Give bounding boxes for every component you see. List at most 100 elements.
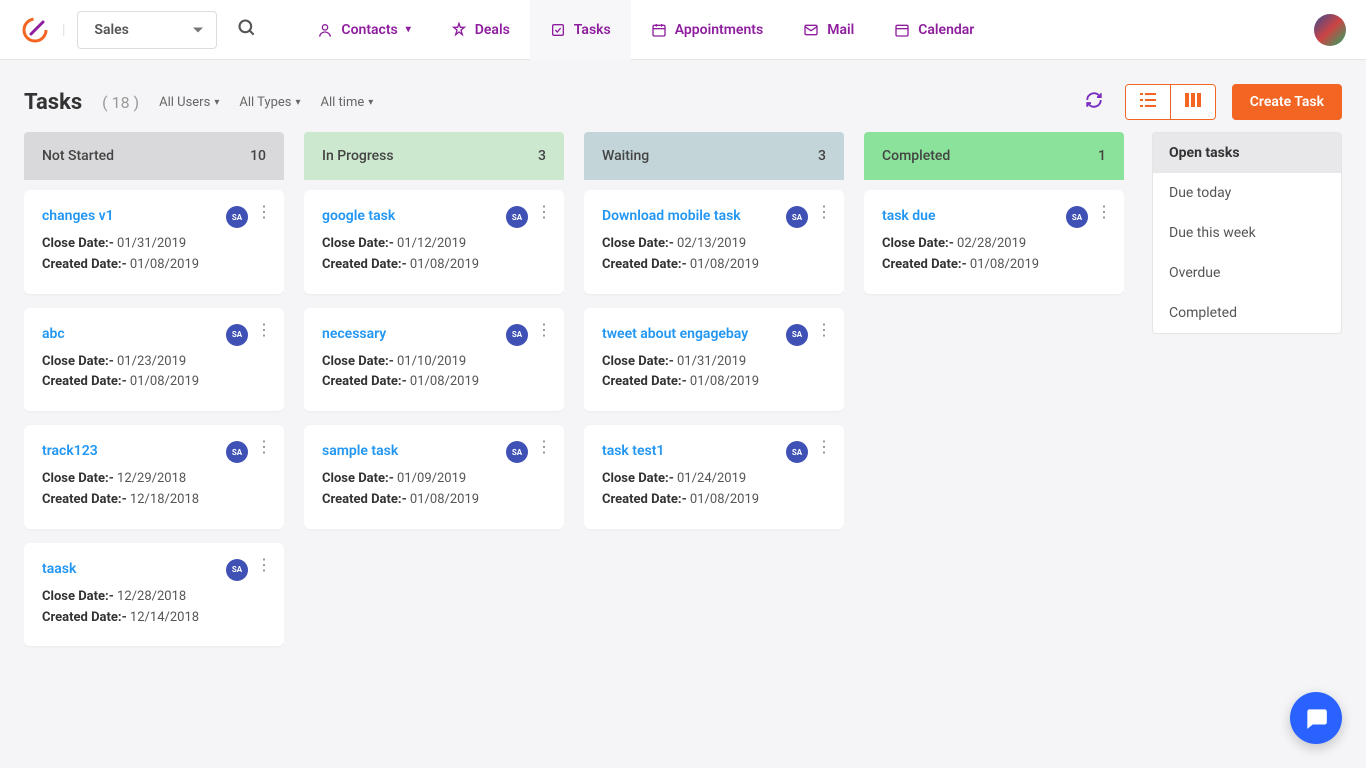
nav-deals[interactable]: Deals [431, 0, 530, 60]
assignee-badge[interactable]: SA [786, 324, 808, 346]
column-completed: Completed1task dueSA⋮Close Date:- 02/28/… [864, 132, 1124, 656]
created-date-row: Created Date:- 01/08/2019 [882, 255, 1106, 276]
created-date-row: Created Date:- 01/08/2019 [42, 255, 266, 276]
column-count: 10 [250, 148, 266, 164]
column-title: In Progress [322, 148, 394, 164]
filter-types[interactable]: All Types [239, 95, 300, 110]
nav-calendar[interactable]: Calendar [874, 0, 994, 60]
column-body: changes v1SA⋮Close Date:- 01/31/2019Crea… [24, 180, 284, 656]
search-button[interactable] [229, 10, 265, 50]
task-card[interactable]: necessarySA⋮Close Date:- 01/10/2019Creat… [304, 308, 564, 412]
task-card[interactable]: track123SA⋮Close Date:- 12/29/2018Create… [24, 425, 284, 529]
board-view-button[interactable] [1171, 85, 1215, 119]
task-title[interactable]: task due [882, 208, 936, 224]
column-title: Waiting [602, 148, 649, 164]
assignee-badge[interactable]: SA [226, 324, 248, 346]
task-card[interactable]: tweet about engagebaySA⋮Close Date:- 01/… [584, 308, 844, 412]
card-menu-button[interactable]: ⋮ [816, 439, 832, 455]
card-menu-button[interactable]: ⋮ [536, 439, 552, 455]
task-title[interactable]: task test1 [602, 443, 664, 459]
column-count: 1 [1098, 148, 1106, 164]
user-avatar[interactable] [1314, 14, 1346, 46]
nav-contacts[interactable]: Contacts▾ [297, 0, 430, 60]
app-logo[interactable] [20, 15, 50, 45]
card-menu-button[interactable]: ⋮ [256, 557, 272, 573]
side-filter-item[interactable]: Overdue [1153, 253, 1341, 293]
task-card[interactable]: changes v1 SA ⋮ Close Date:- 01/31/2019Crea… [24, 190, 284, 294]
column-body: task dueSA⋮Close Date:- 02/28/2019Create… [864, 180, 1124, 304]
task-card[interactable]: task dueSA⋮Close Date:- 02/28/2019Create… [864, 190, 1124, 294]
side-filter-item[interactable]: Completed [1153, 293, 1341, 333]
task-title[interactable]: Download mobile task [602, 208, 741, 224]
task-card[interactable]: google task SA ⋮ Close Date:- 01/12/2019Cre… [304, 190, 564, 294]
view-toggle [1125, 84, 1216, 120]
appointments-icon [651, 22, 667, 38]
board-wrap: Not Started 10 changes v1 SA ⋮ Close Date:- 0… [0, 132, 1366, 684]
assignee-badge[interactable]: SA [786, 206, 808, 228]
task-title[interactable]: changes v1 [42, 208, 114, 224]
page-count: ( 18 ) [102, 93, 139, 112]
task-title[interactable]: tweet about engagebay [602, 326, 748, 342]
task-title[interactable]: sample task [322, 443, 398, 459]
assignee-badge[interactable]: SA [506, 206, 528, 228]
created-date-row: Created Date:- 01/08/2019 [322, 372, 546, 393]
module-select-input[interactable]: Sales [77, 11, 217, 49]
column-title: Completed [882, 148, 950, 164]
nav-tasks[interactable]: Tasks [530, 0, 631, 60]
list-view-button[interactable] [1126, 85, 1171, 119]
card-menu-button[interactable]: ⋮ [536, 204, 552, 220]
divider: | [62, 22, 65, 38]
card-menu-button[interactable]: ⋮ [536, 322, 552, 338]
task-title[interactable]: abc [42, 326, 65, 342]
card-menu-button[interactable]: ⋮ [256, 322, 272, 338]
side-filter-item[interactable]: Open tasks [1153, 133, 1341, 173]
card-menu-button[interactable]: ⋮ [256, 204, 272, 220]
task-title[interactable]: taask [42, 561, 76, 577]
close-date-row: Close Date:- 01/24/2019 [602, 469, 826, 490]
filter-users[interactable]: All Users [159, 95, 219, 110]
create-task-button[interactable]: Create Task [1232, 84, 1342, 120]
search-icon [237, 18, 257, 38]
chat-widget[interactable] [1290, 692, 1342, 744]
task-title[interactable]: track123 [42, 443, 98, 459]
card-menu-button[interactable]: ⋮ [816, 204, 832, 220]
list-icon [1140, 93, 1156, 107]
side-filter-item[interactable]: Due today [1153, 173, 1341, 213]
nav-appointments[interactable]: Appointments [631, 0, 783, 60]
close-date-row: Close Date:- 01/09/2019 [322, 469, 546, 490]
nav-label: Tasks [574, 22, 611, 38]
assignee-badge[interactable]: SA [506, 324, 528, 346]
nav-label: Contacts [341, 22, 397, 38]
column-title: Not Started [42, 148, 114, 164]
task-card[interactable]: abcSA⋮Close Date:- 01/23/2019Created Dat… [24, 308, 284, 412]
refresh-button[interactable] [1079, 85, 1109, 119]
task-title[interactable]: necessary [322, 326, 386, 342]
task-card[interactable]: Download mobile taskSA⋮Close Date:- 02/1… [584, 190, 844, 294]
filter-time[interactable]: All time [321, 95, 374, 110]
contacts-icon [317, 22, 333, 38]
nav-mail[interactable]: Mail [783, 0, 874, 60]
assignee-badge[interactable]: SA [506, 441, 528, 463]
created-date-row: Created Date:- 01/08/2019 [322, 255, 546, 276]
task-card[interactable]: task test1SA⋮Close Date:- 01/24/2019Crea… [584, 425, 844, 529]
side-filter-item[interactable]: Due this week [1153, 213, 1341, 253]
created-date-row: Created Date:- 12/14/2018 [42, 608, 266, 629]
assignee-badge[interactable]: SA [1066, 206, 1088, 228]
task-card[interactable]: taaskSA⋮Close Date:- 12/28/2018Created D… [24, 543, 284, 647]
assignee-badge[interactable]: SA [226, 441, 248, 463]
column-header: Not Started 10 [24, 132, 284, 180]
task-title[interactable]: google task [322, 208, 395, 224]
assignee-badge[interactable]: SA [226, 559, 248, 581]
assignee-badge[interactable]: SA [226, 206, 248, 228]
card-menu-button[interactable]: ⋮ [816, 322, 832, 338]
card-menu-button[interactable]: ⋮ [1096, 204, 1112, 220]
column-in-progress: In Progress3google taskSA⋮Close Date:- 0… [304, 132, 564, 656]
nav-label: Deals [475, 22, 510, 38]
card-menu-button[interactable]: ⋮ [256, 439, 272, 455]
task-card[interactable]: sample taskSA⋮Close Date:- 01/09/2019Cre… [304, 425, 564, 529]
close-date-row: Close Date:- 01/31/2019 [42, 234, 266, 255]
assignee-badge[interactable]: SA [786, 441, 808, 463]
module-selector[interactable]: Sales [77, 11, 217, 49]
column-body: Download mobile taskSA⋮Close Date:- 02/1… [584, 180, 844, 539]
close-date-row: Close Date:- 01/12/2019 [322, 234, 546, 255]
